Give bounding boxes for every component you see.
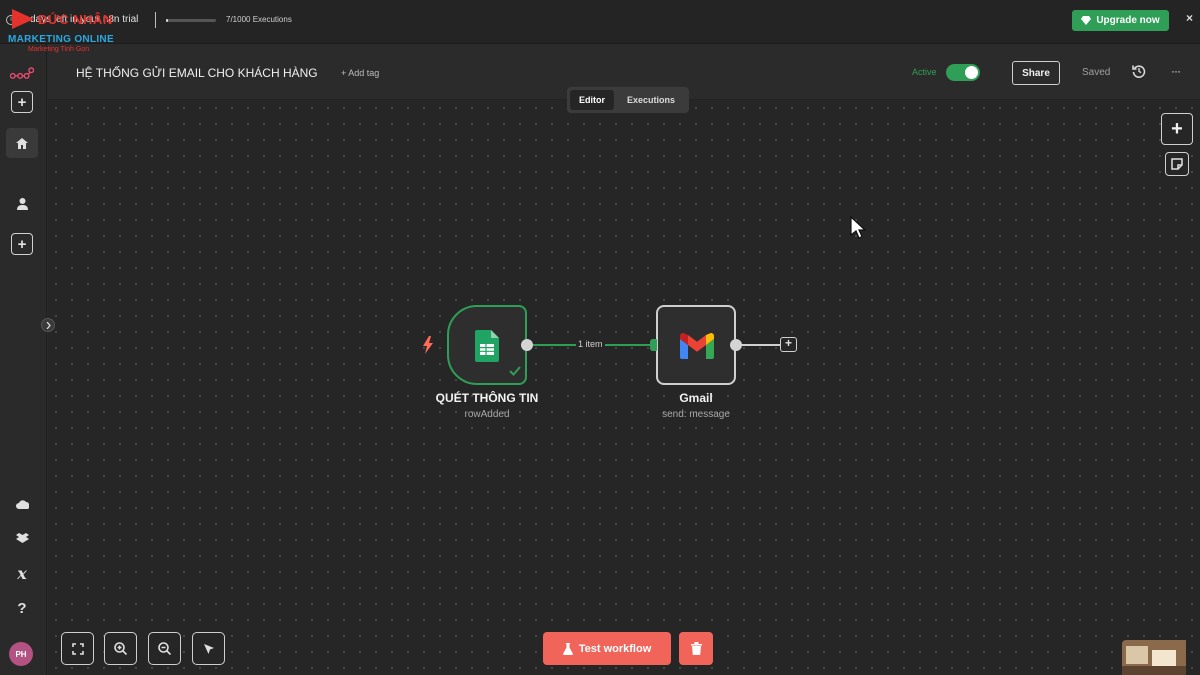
tidy-up-button[interactable] — [192, 632, 225, 665]
watermark-title: MARKETING ONLINE — [8, 34, 114, 45]
flask-icon — [562, 642, 573, 655]
fit-view-button[interactable] — [61, 632, 94, 665]
test-workflow-button[interactable]: Test workflow — [543, 632, 671, 665]
node-subtitle: send: message — [662, 409, 730, 420]
node-subtitle: rowAdded — [464, 409, 510, 420]
collapse-sidebar-button[interactable] — [41, 318, 55, 332]
gmail-icon — [680, 333, 714, 359]
google-sheets-icon — [475, 330, 499, 362]
watermark-logo: ĐỨC NHÂN MARKETING ONLINE Marketing Tinh… — [8, 8, 128, 56]
view-tabs: Editor Executions — [567, 87, 689, 113]
node-sheets-trigger[interactable] — [447, 305, 527, 385]
thumbnail-shape — [1122, 666, 1186, 675]
clear-execution-button[interactable] — [679, 632, 713, 665]
zoom-in-button[interactable] — [104, 632, 137, 665]
watermark-brand: ĐỨC NHÂN — [38, 12, 113, 27]
add-next-node-button[interactable]: + — [780, 337, 797, 352]
pointer-icon — [203, 643, 214, 654]
watermark-tagline: Marketing Tinh Gọn — [28, 46, 90, 53]
zoom-out-button[interactable] — [148, 632, 181, 665]
thumbnail-shape — [1126, 646, 1148, 664]
tab-executions[interactable]: Executions — [616, 90, 686, 110]
fit-view-icon — [71, 642, 84, 655]
trigger-bolt-icon — [423, 336, 433, 354]
webcam-thumbnail — [1122, 640, 1186, 675]
thumbnail-shape — [1152, 650, 1176, 666]
input-handle[interactable] — [651, 339, 657, 351]
node-title: Gmail — [679, 391, 713, 405]
output-handle[interactable] — [730, 339, 742, 351]
play-logo-icon — [12, 9, 34, 29]
zoom-in-icon — [114, 642, 127, 655]
connection-label: 1 item — [576, 339, 605, 349]
node-gmail[interactable] — [656, 305, 736, 385]
chevron-right-icon — [46, 321, 51, 329]
tab-editor[interactable]: Editor — [570, 90, 614, 110]
success-check-icon — [509, 366, 521, 376]
node-title: QUÉT THÔNG TIN — [435, 391, 539, 405]
test-workflow-label: Test workflow — [578, 642, 652, 655]
zoom-out-icon — [158, 642, 171, 655]
output-handle[interactable] — [521, 339, 533, 351]
plus-icon: + — [784, 336, 792, 350]
trash-icon — [690, 642, 702, 655]
